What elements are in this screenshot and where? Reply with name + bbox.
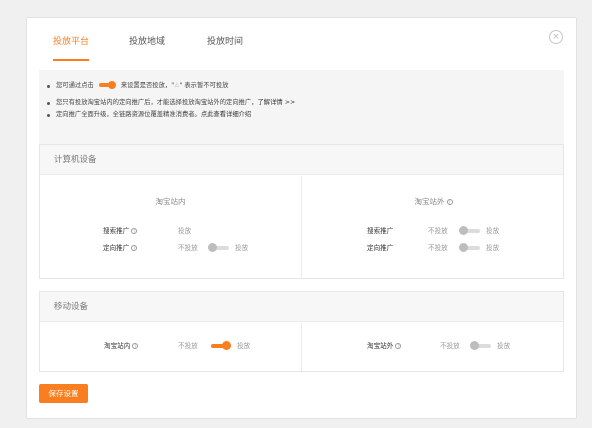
mobile-inside-column: 淘宝站内? 不投放 投放 [40, 323, 302, 371]
help-icon[interactable]: ? [131, 245, 138, 251]
tab-bar: 投放平台 投放地域 投放时间 × [27, 18, 576, 61]
notice-text: " 表示暂不可投放 [179, 82, 229, 89]
toggle-off-label: 不投放 [178, 244, 198, 252]
help-icon[interactable]: ? [131, 228, 138, 234]
notice-text: 您可通过点击 [56, 82, 94, 89]
setting-label: 搜索推广? [103, 227, 138, 235]
details-link[interactable]: 了解详情 >> [258, 99, 296, 106]
mobile-outside-row: 淘宝站外? 不投放 投放 [302, 340, 565, 352]
setting-label: 搜索推广 [367, 227, 394, 235]
mobile-inside-toggle[interactable] [210, 340, 231, 352]
column-title: 淘宝站内 [155, 197, 186, 206]
setting-label: 定向推广 [367, 244, 394, 252]
column-title: 淘宝站外? [414, 197, 453, 206]
notice-panel: 您可通过点击 来设置是否投放，"⚠" 表示暂不可投放 您只有投放淘宝站内的定向推… [39, 70, 564, 150]
computer-inside-search-row: 搜索推广? 投放 [40, 225, 301, 237]
toggle-on-label: 投放 [497, 342, 511, 350]
computer-outside-column: 淘宝站外? 搜索推广 不投放 投放 定向推广 不投放 投放 [302, 176, 565, 278]
notice-line-toggle-hint: 您可通过点击 来设置是否投放，"⚠" 表示暂不可投放 [47, 80, 556, 92]
computer-inside-target-row: 定向推广? 不投放 投放 [40, 242, 301, 254]
close-icon[interactable]: × [549, 30, 563, 44]
status-value: 投放 [178, 227, 192, 235]
toggle-on-label: 投放 [237, 342, 251, 350]
bullet-icon [47, 102, 50, 105]
computer-section: 计算机设备 淘宝站内 搜索推广? 投放 定向推广? 不投放 投放 淘宝站外? 搜… [39, 144, 564, 279]
toggle-off-label: 不投放 [428, 244, 448, 252]
computer-outside-target-toggle[interactable] [459, 242, 480, 254]
setting-label: 淘宝站外? [367, 342, 402, 350]
toggle-off-label: 不投放 [428, 227, 448, 235]
mobile-section: 移动设备 淘宝站内? 不投放 投放 淘宝站外? 不投放 投放 [39, 291, 564, 372]
help-icon[interactable]: ? [395, 343, 402, 349]
save-button[interactable]: 保存设置 [39, 384, 88, 403]
computer-inside-column: 淘宝站内 搜索推广? 投放 定向推广? 不投放 投放 [40, 176, 302, 278]
section-title: 移动设备 [40, 292, 563, 322]
bullet-icon [47, 85, 50, 88]
help-icon[interactable]: ? [446, 199, 453, 205]
notice-line-upgrade: 定向推广全面升级，全链路资源位覆盖精准消费者。点此查看详细介绍 [47, 109, 556, 121]
setting-label: 淘宝站内? [104, 342, 139, 350]
toggle-on-label: 投放 [486, 227, 500, 235]
tab-region[interactable]: 投放地域 [129, 34, 165, 61]
computer-inside-target-toggle[interactable] [208, 242, 229, 254]
notice-text: 来设置是否投放，" [120, 82, 175, 89]
bullet-icon [47, 114, 50, 117]
computer-outside-target-row: 定向推广 不投放 投放 [302, 242, 565, 254]
tab-platform[interactable]: 投放平台 [53, 34, 90, 61]
toggle-sample-icon [98, 81, 116, 89]
help-icon[interactable]: ? [132, 343, 139, 349]
computer-outside-search-row: 搜索推广 不投放 投放 [302, 225, 565, 237]
intro-link[interactable]: 点此查看详细介绍 [201, 111, 251, 118]
toggle-off-label: 不投放 [440, 342, 460, 350]
toggle-on-label: 投放 [235, 244, 249, 252]
mobile-outside-column: 淘宝站外? 不投放 投放 [302, 323, 565, 371]
notice-text: 定向推广全面升级，全链路资源位覆盖精准消费者。 [56, 111, 201, 118]
computer-outside-search-toggle[interactable] [459, 225, 480, 237]
tab-time[interactable]: 投放时间 [207, 34, 243, 61]
toggle-off-label: 不投放 [178, 342, 198, 350]
mobile-inside-row: 淘宝站内? 不投放 投放 [40, 340, 301, 352]
mobile-outside-toggle[interactable] [470, 340, 491, 352]
setting-label: 定向推广? [103, 244, 138, 252]
section-title: 计算机设备 [40, 145, 563, 175]
settings-dialog: 投放平台 投放地域 投放时间 × 您可通过点击 来设置是否投放，"⚠" 表示暂不… [26, 17, 577, 419]
notice-text: 您只有投放淘宝站内的定向推广后，才能选择投放淘宝站外的定向推广， [56, 99, 258, 106]
notice-line-details: 您只有投放淘宝站内的定向推广后，才能选择投放淘宝站外的定向推广，了解详情 >> [47, 97, 556, 109]
toggle-on-label: 投放 [486, 244, 500, 252]
